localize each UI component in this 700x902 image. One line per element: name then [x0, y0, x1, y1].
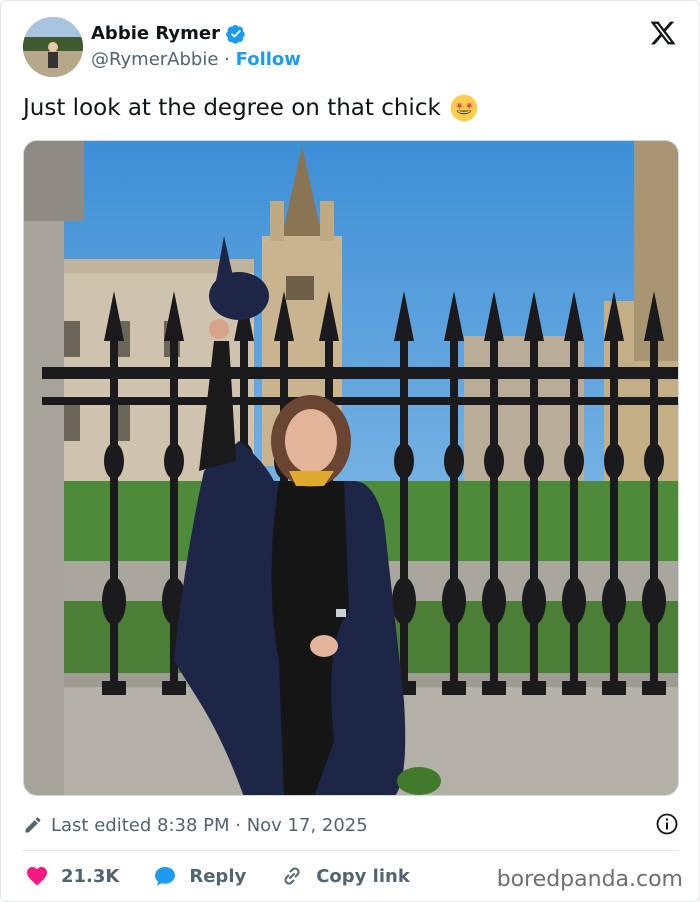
pencil-icon — [25, 817, 41, 833]
link-icon — [284, 867, 300, 885]
watermark: boredpanda.com — [496, 867, 683, 892]
reply-label: Reply — [189, 865, 247, 887]
reply-button[interactable]: Reply — [153, 864, 246, 888]
graduation-photo — [24, 141, 678, 795]
tweet-text: Just look at the degree on that chick — [23, 95, 441, 121]
separator: · — [224, 49, 230, 70]
copy-link-button[interactable]: Copy link — [280, 864, 410, 888]
info-icon[interactable] — [655, 812, 679, 836]
follow-button[interactable]: Follow — [236, 49, 301, 70]
tweet-photo[interactable] — [23, 140, 679, 796]
tweet-text-row: Just look at the degree on that chick — [23, 93, 479, 123]
copy-link-label: Copy link — [316, 865, 410, 887]
x-logo-icon[interactable] — [648, 19, 678, 47]
author-name-row[interactable]: Abbie Rymer — [91, 23, 246, 44]
verified-badge-icon — [226, 24, 245, 44]
divider — [23, 850, 679, 851]
edit-meta-row: Last edited 8:38 PM · Nov 17, 2025 — [23, 811, 679, 839]
like-button[interactable]: 21.3K — [25, 864, 119, 888]
reply-bubble-icon — [155, 867, 176, 886]
star-struck-emoji-icon — [450, 94, 478, 122]
tweet-card: Abbie Rymer @RymerAbbie · Follow Just lo… — [0, 0, 700, 902]
heart-icon — [27, 867, 47, 886]
action-bar: 21.3K Reply Copy link — [25, 861, 444, 891]
like-count: 21.3K — [61, 865, 120, 887]
avatar[interactable] — [23, 17, 83, 77]
author-handle[interactable]: @RymerAbbie — [91, 49, 218, 70]
author-name[interactable]: Abbie Rymer — [91, 23, 220, 44]
handle-row: @RymerAbbie · Follow — [91, 49, 301, 70]
edited-timestamp[interactable]: Last edited 8:38 PM · Nov 17, 2025 — [51, 815, 368, 836]
